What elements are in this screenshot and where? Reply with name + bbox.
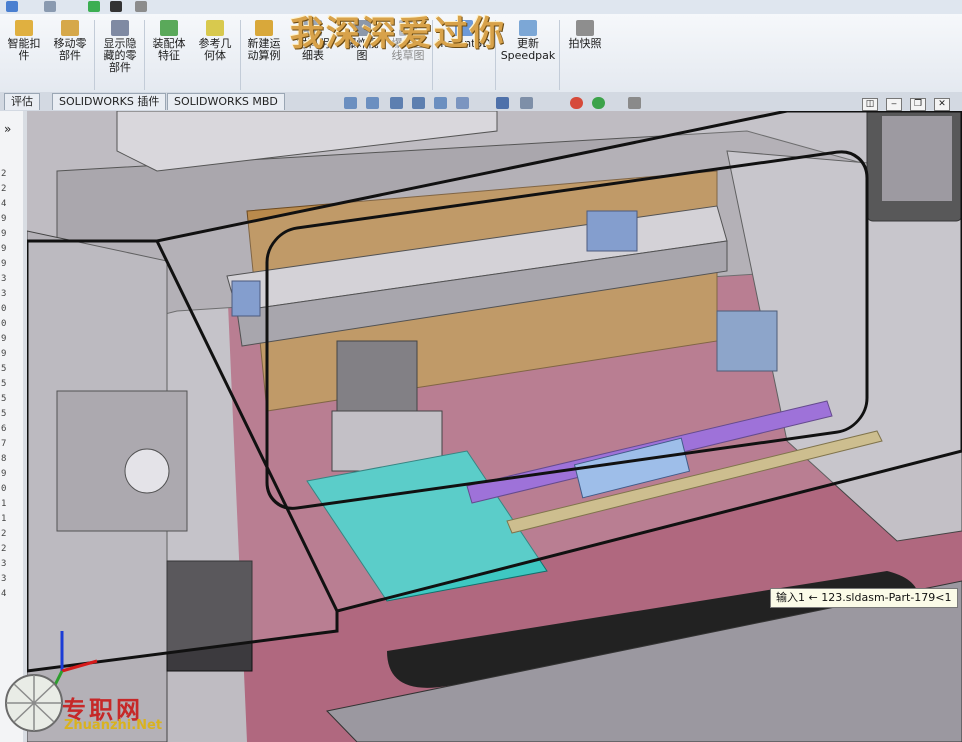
options-icon[interactable] (110, 1, 122, 12)
view-settings-icon[interactable] (628, 97, 641, 109)
graphics-viewport[interactable] (27, 111, 962, 742)
ribbon-separator (559, 20, 560, 90)
hide-show-items-icon[interactable] (520, 97, 533, 109)
minimize-icon[interactable]: ‒ (886, 98, 902, 111)
feature-tree-item[interactable]: 3 (1, 274, 9, 284)
assembly-feature-icon (160, 20, 178, 36)
feature-tree-item[interactable]: 1 (1, 499, 9, 509)
section-view-icon[interactable] (412, 97, 425, 109)
view-orientation-icon[interactable] (456, 97, 469, 109)
ribbon-separator (240, 20, 241, 90)
feature-tree-item[interactable]: 0 (1, 319, 9, 329)
rebuild-icon[interactable] (88, 1, 100, 12)
previous-view-icon[interactable] (390, 97, 403, 109)
feature-tree-item[interactable]: 3 (1, 574, 9, 584)
snapshot-button[interactable]: 拍快照 (563, 20, 607, 50)
feature-tree-item[interactable]: 9 (1, 259, 9, 269)
close-icon[interactable]: ✕ (934, 98, 950, 111)
tab-solidworks-addins[interactable]: SOLIDWORKS 插件 (52, 93, 167, 110)
reference-geometry-button[interactable]: 参考几 何体 (194, 20, 236, 62)
open-icon[interactable] (44, 1, 56, 12)
show-hidden-icon (111, 20, 129, 36)
assembly-feature-button[interactable]: 装配体 特征 (148, 20, 190, 62)
feature-tree-item[interactable]: 7 (1, 439, 9, 449)
feature-tree-item[interactable]: 2 (1, 544, 9, 554)
new-doc-icon[interactable] (6, 1, 18, 12)
feature-manager-panel: » 2 2 4 9 9 9 9 3 3 0 0 9 9 5 5 5 5 6 7 8 9 0 1 1 2 2 3 3 4 (0, 111, 24, 742)
feature-tree-item[interactable]: 9 (1, 244, 9, 254)
restore-panel-icon[interactable]: ◫ (862, 98, 878, 111)
move-component-icon (61, 20, 79, 36)
watermark-text: 我深深爱过你 (290, 14, 506, 54)
display-style-icon[interactable] (496, 97, 509, 109)
zoom-to-fit-icon[interactable] (344, 97, 357, 109)
feature-tree-item[interactable]: 0 (1, 304, 9, 314)
feature-tree-item[interactable]: 9 (1, 229, 9, 239)
feature-tree-item[interactable]: 6 (1, 424, 9, 434)
new-motion-study-button[interactable]: 新建运 动算例 (243, 20, 285, 62)
feature-tree-item[interactable]: 9 (1, 334, 9, 344)
feature-tree-item[interactable]: 5 (1, 379, 9, 389)
speedpak-icon (519, 20, 537, 36)
feature-tree-item[interactable]: 0 (1, 484, 9, 494)
tab-solidworks-mbd[interactable]: SOLIDWORKS MBD (167, 93, 285, 110)
motion-study-icon (255, 20, 273, 36)
feature-tree-item[interactable]: 9 (1, 469, 9, 479)
zoom-area-icon[interactable] (366, 97, 379, 109)
feature-tree-item[interactable]: 5 (1, 409, 9, 419)
collapse-panel-icon[interactable]: » (4, 122, 11, 136)
feature-tree-item[interactable]: 3 (1, 289, 9, 299)
feature-tree-item[interactable]: 2 (1, 169, 9, 179)
feature-tree-item[interactable]: 5 (1, 394, 9, 404)
feature-tree-item[interactable]: 8 (1, 454, 9, 464)
command-tabs: 评估 SOLIDWORKS 插件 SOLIDWORKS MBD (0, 92, 962, 112)
feature-tree-item[interactable]: 3 (1, 559, 9, 569)
show-hidden-button[interactable]: 显示隐 藏的零 部件 (100, 20, 140, 74)
print-icon[interactable] (135, 1, 147, 12)
move-component-button[interactable]: 移动零 部件 (50, 20, 90, 62)
snapshot-icon (576, 20, 594, 36)
smart-fastener-button[interactable]: 智能扣 件 (6, 20, 42, 62)
restore-icon[interactable]: ❐ (910, 98, 926, 111)
apply-scene-icon[interactable] (592, 97, 605, 109)
feature-tree-item[interactable]: 4 (1, 199, 9, 209)
feature-tree-item[interactable]: 5 (1, 364, 9, 374)
feature-tree-item[interactable]: 4 (1, 589, 9, 599)
update-speedpak-button[interactable]: 更新 Speedpak (500, 20, 556, 62)
smart-fastener-icon (15, 20, 33, 36)
reference-geometry-icon (206, 20, 224, 36)
site-logo-url: Zhuanzhi.Net (64, 718, 163, 733)
feature-tree-item[interactable]: 9 (1, 214, 9, 224)
ribbon-separator (94, 20, 95, 90)
feature-tree-item[interactable]: 2 (1, 529, 9, 539)
feature-tree-item[interactable]: 9 (1, 349, 9, 359)
feature-tree-item[interactable]: 2 (1, 184, 9, 194)
ribbon-separator (144, 20, 145, 90)
feature-tree-item[interactable]: 1 (1, 514, 9, 524)
edit-appearance-icon[interactable] (570, 97, 583, 109)
mate-tooltip: 输入1 ← 123.sldasm-Part-179<1 (770, 588, 958, 608)
tab-evaluate[interactable]: 评估 (4, 93, 40, 110)
site-logo-ball-icon (5, 674, 63, 732)
cnc-assembly-model (27, 111, 962, 742)
dynamic-annotation-icon[interactable] (434, 97, 447, 109)
